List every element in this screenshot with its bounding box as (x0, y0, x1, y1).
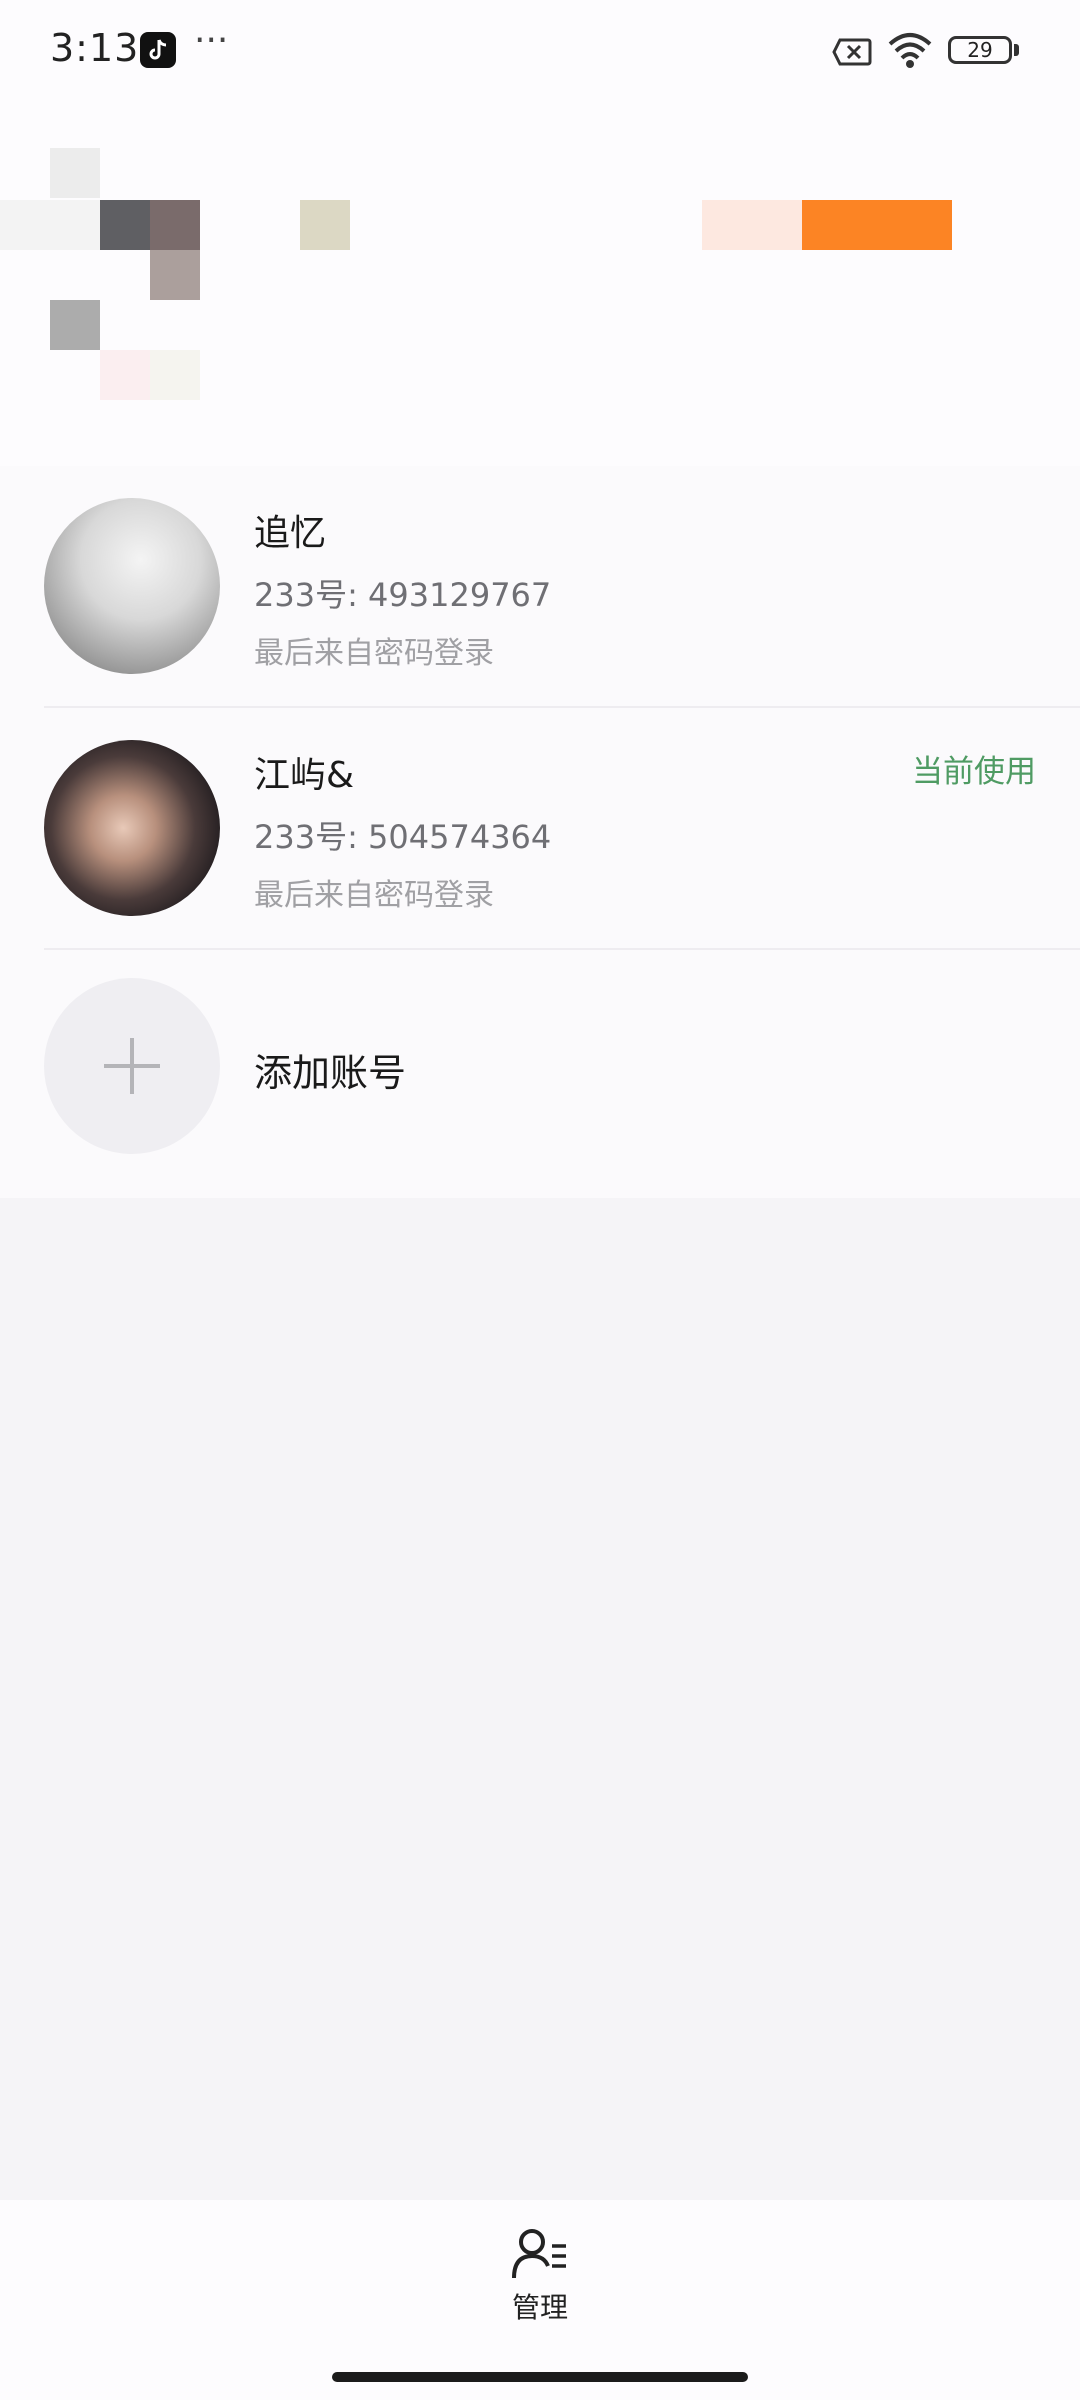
mosaic-block (150, 350, 200, 400)
status-time: 3:13 (50, 26, 140, 70)
bottom-nav: 管理 (0, 2200, 1080, 2400)
last-login-info: 最后来自密码登录 (254, 636, 494, 671)
account-row[interactable]: 江屿& 233号: 504574364 最后来自密码登录 当前使用 (0, 708, 1080, 950)
home-indicator[interactable] (332, 2372, 748, 2382)
add-account-row[interactable]: 添加账号 (0, 950, 1080, 1192)
tiktok-icon (140, 32, 176, 68)
avatar (44, 740, 220, 916)
mosaic-block (300, 200, 350, 250)
add-account-label[interactable]: 添加账号 (254, 1042, 406, 1097)
mosaic-block (100, 350, 150, 400)
avatar (44, 498, 220, 674)
sim-off-icon (832, 38, 872, 66)
wifi-icon (886, 30, 934, 70)
mosaic-block (802, 200, 952, 250)
account-uid: 233号: 504574364 (254, 818, 552, 856)
account-name: 追忆 (254, 513, 327, 554)
last-login-info: 最后来自密码登录 (254, 878, 494, 913)
battery-icon: 29 (948, 36, 1012, 64)
profile-header-mosaic (0, 104, 1080, 470)
mosaic-block (100, 200, 150, 250)
mosaic-block (702, 200, 802, 250)
account-list: 追忆 233号: 493129767 最后来自密码登录 江屿& 233号: 50… (0, 466, 1080, 1198)
tab-manage-label: 管理 (511, 2291, 568, 2324)
account-uid: 233号: 493129767 (254, 576, 552, 614)
status-bar: 3:13 ··· 29 (0, 0, 1080, 104)
mosaic-block (0, 200, 100, 250)
mosaic-block (50, 300, 100, 350)
current-account-badge: 当前使用 (912, 754, 1036, 790)
manage-accounts-icon (470, 2226, 610, 2282)
battery-tip (1014, 44, 1019, 56)
notification-more-icon: ··· (194, 20, 229, 61)
mosaic-block (150, 250, 200, 300)
account-name: 江屿& (254, 755, 355, 796)
account-row[interactable]: 追忆 233号: 493129767 最后来自密码登录 (0, 466, 1080, 708)
mosaic-block (150, 200, 200, 250)
plus-icon (130, 1038, 134, 1094)
mosaic-block (50, 148, 100, 198)
add-account-button[interactable] (44, 978, 220, 1154)
tab-manage[interactable]: 管理 (470, 2226, 610, 2346)
